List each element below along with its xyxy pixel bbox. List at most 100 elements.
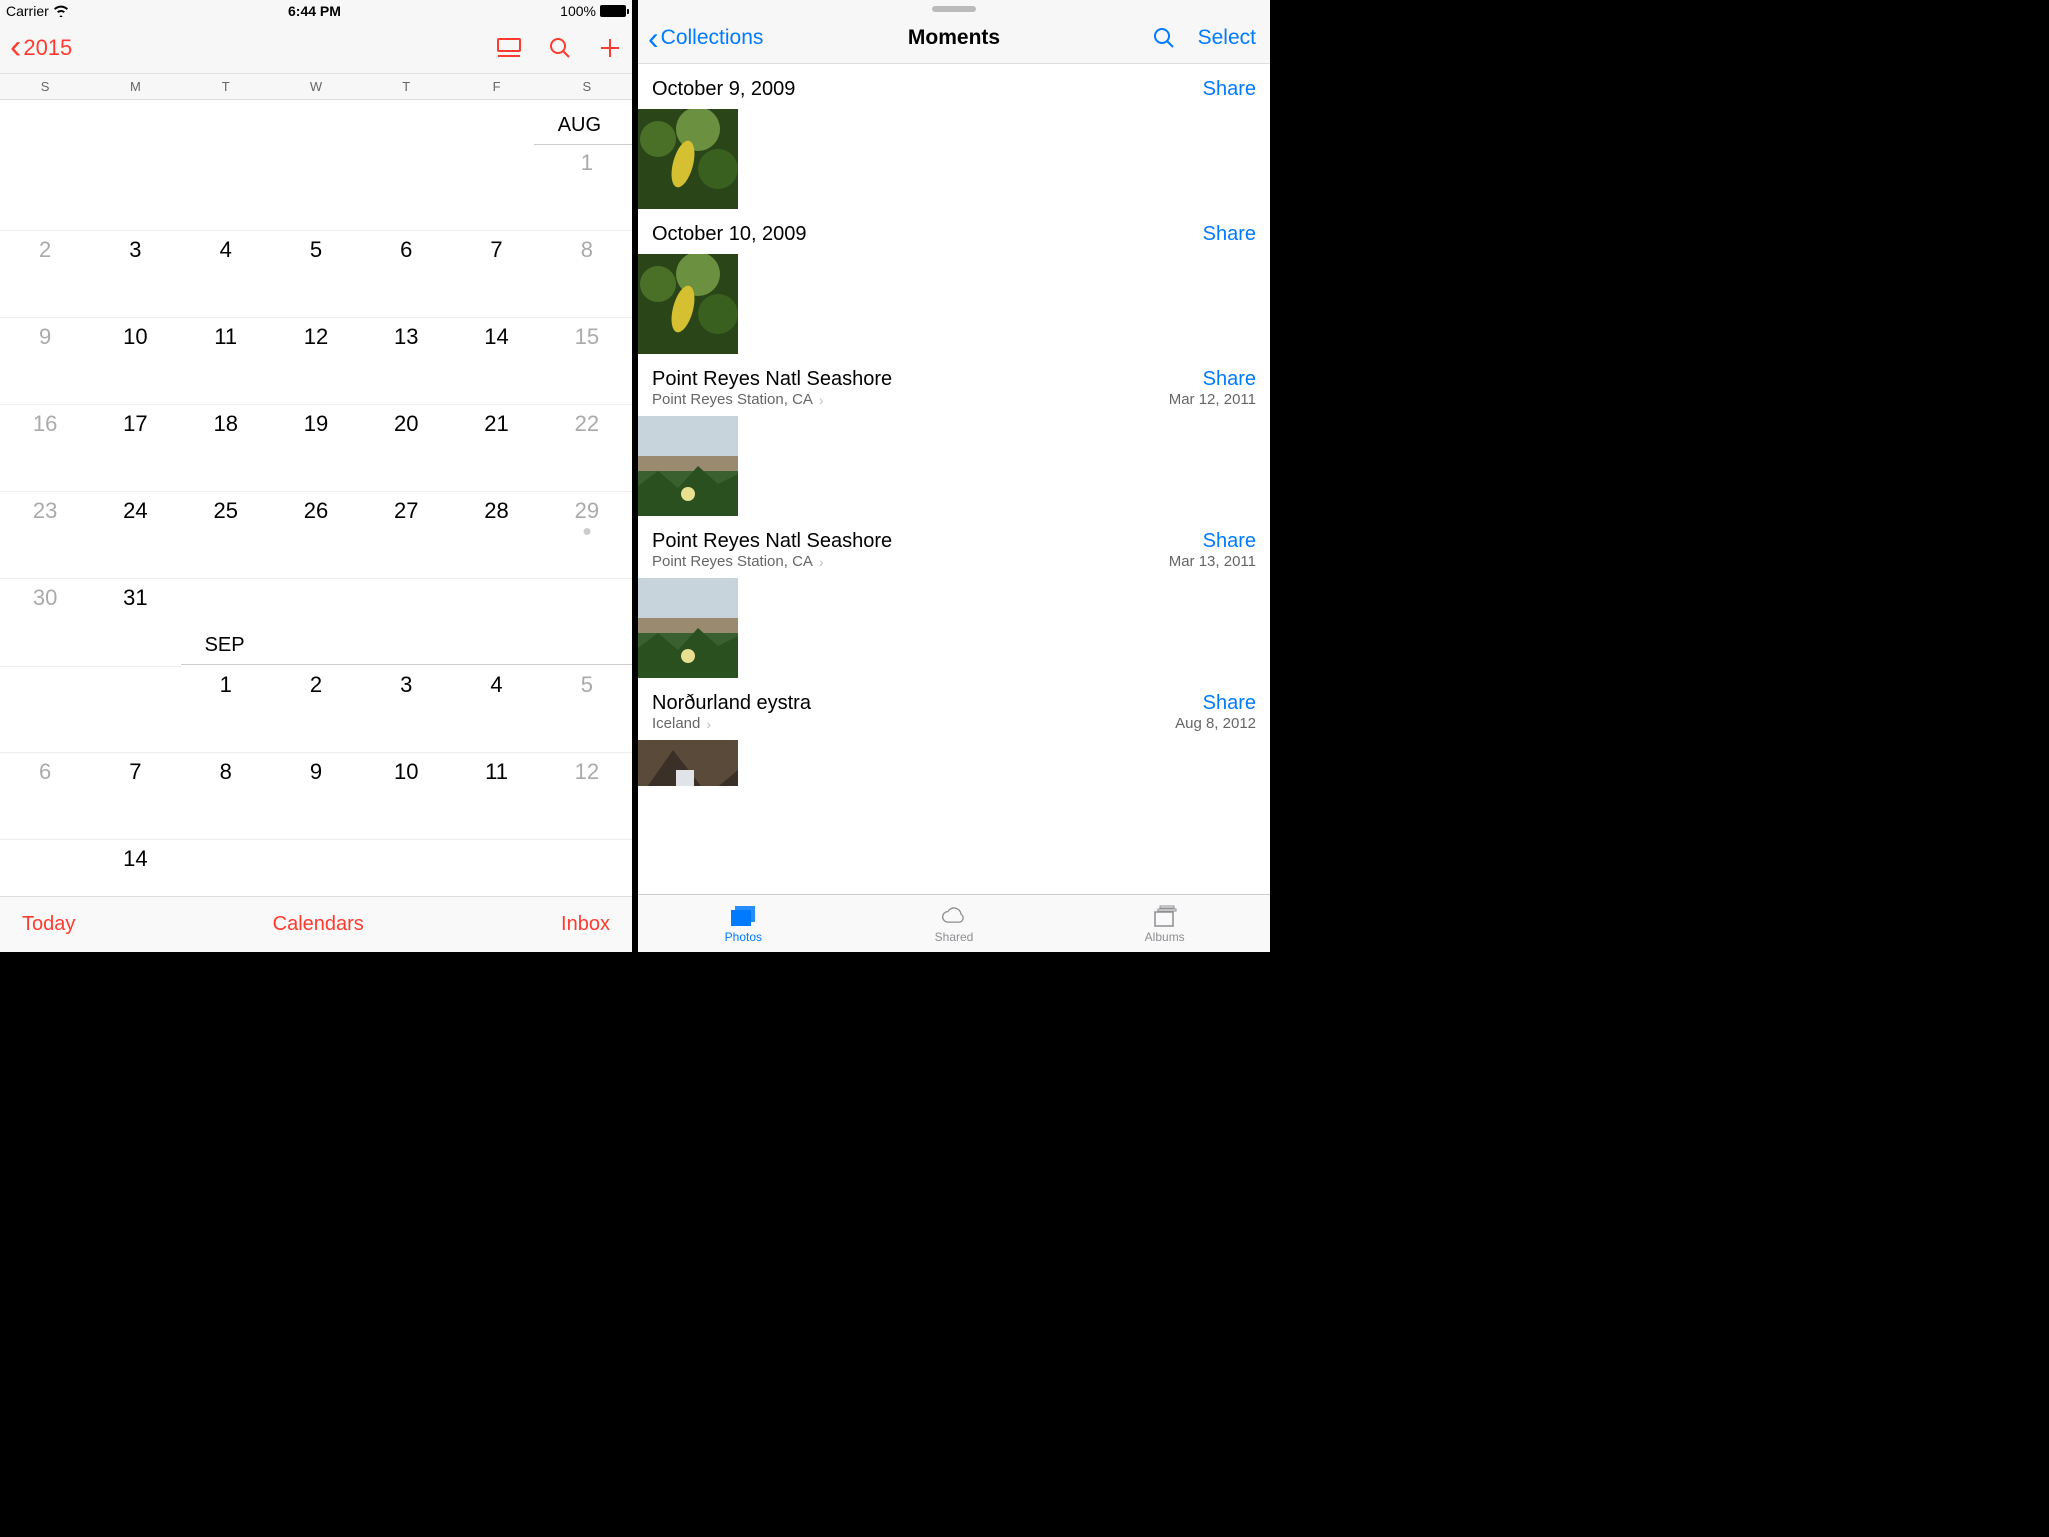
share-button[interactable]: Share [1169, 368, 1256, 391]
calendar-day[interactable]: 11 [451, 753, 541, 839]
tab-bar: Photos Shared Albums [638, 894, 1270, 952]
thumbnail-row [638, 109, 1270, 209]
calendar-day[interactable]: 9 [0, 318, 90, 404]
calendar-day[interactable]: 12 [271, 318, 361, 404]
photo-thumbnail[interactable] [638, 578, 738, 678]
select-button[interactable]: Select [1198, 26, 1256, 50]
moment-header[interactable]: October 9, 2009Share [638, 64, 1270, 109]
inbox-button[interactable]: Inbox [561, 913, 610, 936]
calendar-day[interactable]: 8 [542, 231, 632, 317]
moment-subtitle[interactable]: Point Reyes Station, CA› [652, 553, 892, 570]
calendar-day[interactable]: 15 [542, 318, 632, 404]
calendar-day[interactable]: 25 [181, 492, 271, 578]
calendar-day[interactable]: 2 [0, 231, 90, 317]
calendars-button[interactable]: Calendars [273, 913, 364, 936]
calendar-day[interactable]: 21 [451, 405, 541, 491]
status-bar: Carrier 6:44 PM 100% [0, 0, 632, 22]
calendar-day[interactable]: 13 [361, 318, 451, 404]
share-button[interactable]: Share [1203, 78, 1256, 101]
moment-title: October 10, 2009 [652, 223, 807, 246]
calendar-day [542, 840, 632, 860]
moment-header[interactable]: Point Reyes Natl SeashorePoint Reyes Sta… [638, 516, 1270, 578]
calendar-grid[interactable]: AUG1234567891011121314151617181920212223… [0, 100, 632, 896]
calendar-day[interactable]: 29 [542, 492, 632, 578]
calendar-day[interactable]: 10 [90, 318, 180, 404]
calendar-day [451, 840, 541, 860]
calendar-day[interactable]: 24 [90, 492, 180, 578]
calendar-day[interactable]: 5 [271, 231, 361, 317]
calendar-day[interactable]: 12 [542, 753, 632, 839]
calendar-day[interactable]: 16 [0, 405, 90, 491]
tab-shared[interactable]: Shared [849, 895, 1060, 952]
calendar-day [451, 144, 541, 230]
add-icon[interactable] [598, 36, 622, 60]
weekday-f: F [451, 79, 541, 94]
calendar-day[interactable]: 2 [271, 666, 361, 752]
month-label-aug: AUG [558, 114, 601, 137]
calendar-day[interactable]: 4 [451, 666, 541, 752]
tab-albums[interactable]: Albums [1059, 895, 1270, 952]
calendar-day[interactable]: 7 [90, 753, 180, 839]
today-button[interactable]: Today [22, 913, 75, 936]
tab-photos-label: Photos [725, 930, 762, 944]
tab-photos[interactable]: Photos [638, 895, 849, 952]
list-view-icon[interactable] [496, 37, 522, 59]
collections-back-button[interactable]: ‹ Collections [648, 26, 763, 50]
wifi-icon [53, 5, 69, 17]
chevron-right-icon: › [819, 392, 824, 408]
share-button[interactable]: Share [1203, 223, 1256, 246]
calendar-day[interactable]: 20 [361, 405, 451, 491]
calendar-app: Carrier 6:44 PM 100% ‹ 2015 [0, 0, 632, 952]
chevron-left-icon: ‹ [648, 30, 659, 46]
back-button[interactable]: ‹ 2015 [10, 35, 72, 61]
thumbnail-row [638, 416, 1270, 516]
calendar-day[interactable]: 9 [271, 753, 361, 839]
photo-thumbnail[interactable] [638, 109, 738, 209]
calendar-day[interactable]: 18 [181, 405, 271, 491]
calendar-day[interactable]: 14 [90, 840, 180, 860]
moment-header[interactable]: Norðurland eystraIceland›ShareAug 8, 201… [638, 678, 1270, 740]
calendar-day[interactable]: 31 [90, 579, 180, 666]
calendar-day[interactable]: 30 [0, 579, 90, 666]
calendar-day[interactable]: 6 [0, 753, 90, 839]
moment-header[interactable]: October 10, 2009 Share [638, 209, 1270, 254]
calendar-day[interactable]: 22 [542, 405, 632, 491]
calendar-day[interactable]: 23 [0, 492, 90, 578]
calendar-day[interactable]: 8 [181, 753, 271, 839]
search-icon[interactable] [548, 36, 572, 60]
calendar-day [0, 840, 90, 860]
photo-thumbnail[interactable] [638, 416, 738, 516]
calendar-day[interactable]: 1 [181, 666, 271, 752]
share-button[interactable]: Share [1175, 692, 1256, 715]
calendar-day [271, 840, 361, 860]
share-button[interactable]: Share [1169, 530, 1256, 553]
calendar-day[interactable]: 1 [542, 144, 632, 230]
calendar-day[interactable]: 3 [361, 666, 451, 752]
search-icon[interactable] [1152, 26, 1176, 50]
calendar-day[interactable]: 6 [361, 231, 451, 317]
moment-subtitle[interactable]: Point Reyes Station, CA› [652, 391, 892, 408]
moment-section: Point Reyes Natl SeashorePoint Reyes Sta… [638, 516, 1270, 678]
photo-thumbnail[interactable] [638, 740, 738, 786]
calendar-day[interactable]: 4 [181, 231, 271, 317]
calendar-day[interactable]: 7 [451, 231, 541, 317]
chevron-right-icon: › [819, 554, 824, 570]
calendar-day[interactable]: 19 [271, 405, 361, 491]
calendar-day[interactable]: 14 [451, 318, 541, 404]
calendar-day[interactable]: 3 [90, 231, 180, 317]
calendar-day[interactable]: 11 [181, 318, 271, 404]
photo-thumbnail[interactable] [638, 254, 738, 354]
moment-section: Norðurland eystraIceland›ShareAug 8, 201… [638, 678, 1270, 786]
calendar-day [271, 144, 361, 230]
calendar-day[interactable]: 26 [271, 492, 361, 578]
weekday-m: M [90, 79, 180, 94]
calendar-day[interactable]: 5 [542, 666, 632, 752]
moments-list[interactable]: October 9, 2009Share October 10, 2009 Shar… [638, 64, 1270, 894]
moment-subtitle[interactable]: Iceland› [652, 715, 811, 732]
calendar-day [361, 579, 451, 666]
calendar-day[interactable]: 10 [361, 753, 451, 839]
moment-header[interactable]: Point Reyes Natl SeashorePoint Reyes Sta… [638, 354, 1270, 416]
calendar-day[interactable]: 17 [90, 405, 180, 491]
calendar-day[interactable]: 27 [361, 492, 451, 578]
calendar-day[interactable]: 28 [451, 492, 541, 578]
